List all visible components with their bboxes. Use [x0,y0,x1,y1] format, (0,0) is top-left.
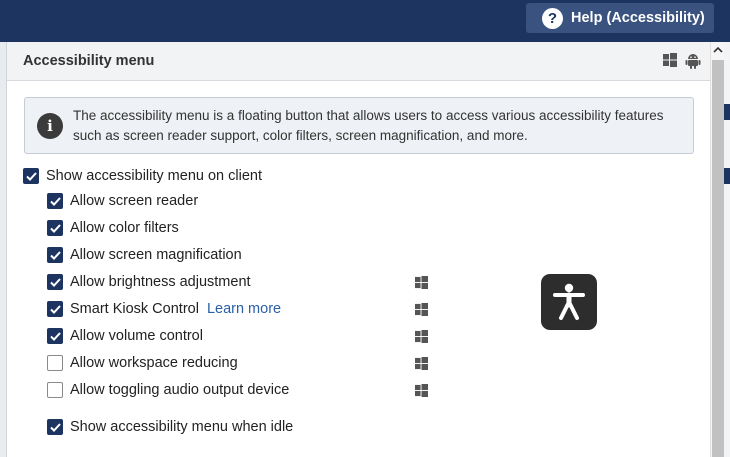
windows-icon [663,53,677,67]
info-box: i The accessibility menu is a floating b… [24,97,694,154]
option-label: Allow toggling audio output device [70,382,290,398]
checkbox-checked[interactable] [47,193,63,209]
learn-more-link[interactable]: Learn more [207,301,281,317]
show-menu-when-idle-option[interactable]: Show accessibility menu when idle [47,417,293,437]
windows-icon [415,384,428,397]
panel-title: Accessibility menu [23,53,155,69]
option-label: Allow screen magnification [70,247,242,263]
scroll-up-icon[interactable] [711,42,725,58]
checkbox-checked[interactable] [23,168,39,184]
option-label: Show accessibility menu when idle [70,419,294,435]
checkbox-unchecked[interactable] [47,382,63,398]
help-accessibility-button[interactable]: ? Help (Accessibility) [526,3,714,33]
option-label: Smart Kiosk Control [70,301,199,317]
option-label: Allow volume control [70,328,203,344]
allow-color-filters-option[interactable]: Allow color filters [47,218,179,238]
windows-icon [415,276,428,289]
checkbox-checked[interactable] [47,220,63,236]
option-label: Show accessibility menu on client [46,168,262,184]
top-bar: ? Help (Accessibility) [0,0,730,42]
option-label: Allow workspace reducing [70,355,238,371]
option-label: Allow brightness adjustment [70,274,251,290]
accessibility-menu-button-preview[interactable] [541,274,597,330]
windows-icon [415,303,428,316]
allow-workspace-reducing-option[interactable]: Allow workspace reducing [47,353,238,373]
panel-header: Accessibility menu [7,42,710,81]
windows-icon [415,330,428,343]
checkbox-unchecked[interactable] [47,355,63,371]
background-strip [724,42,730,457]
checkbox-checked[interactable] [47,328,63,344]
checkbox-checked[interactable] [47,419,63,435]
accessibility-person-icon [553,283,585,320]
checkbox-checked[interactable] [47,301,63,317]
smart-kiosk-control-option[interactable]: Smart Kiosk Control Learn more [47,299,281,319]
checkbox-checked[interactable] [47,247,63,263]
allow-toggling-audio-output-option[interactable]: Allow toggling audio output device [47,380,289,400]
android-icon [685,54,701,69]
option-label: Allow screen reader [70,193,199,209]
allow-volume-control-option[interactable]: Allow volume control [47,326,203,346]
option-label: Allow color filters [70,220,179,236]
allow-screen-reader-option[interactable]: Allow screen reader [47,191,198,211]
scroll-thumb[interactable] [712,60,724,457]
show-menu-on-client-option[interactable]: Show accessibility menu on client [23,166,262,186]
windows-icon [415,357,428,370]
question-circle-icon: ? [542,7,563,29]
help-button-label: Help (Accessibility) [571,10,705,26]
allow-brightness-adjustment-option[interactable]: Allow brightness adjustment [47,272,251,292]
info-text: The accessibility menu is a floating but… [73,108,664,143]
checkbox-checked[interactable] [47,274,63,290]
panel-scrollbar[interactable] [710,42,724,457]
info-icon: i [37,113,63,139]
allow-screen-magnification-option[interactable]: Allow screen magnification [47,245,242,265]
